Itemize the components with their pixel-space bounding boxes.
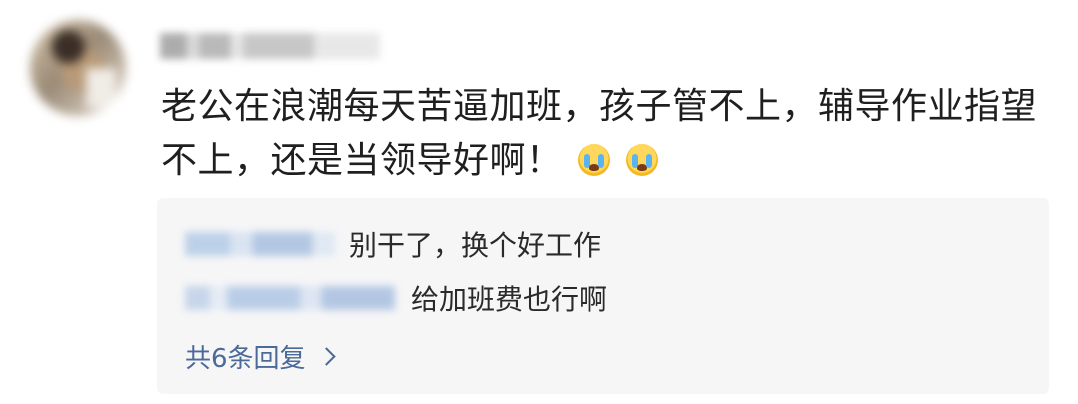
reply-panel: 别干了，换个好工作 给加班费也行啊 共6条回复 xyxy=(157,198,1049,394)
reply-username-blurred[interactable] xyxy=(185,286,395,310)
view-more-replies-link[interactable]: 共6条回复 xyxy=(185,338,336,375)
comment-card: 老公在浪潮每天苦逼加班，孩子管不上，辅导作业指望不上，还是当领导好啊！ 别干了，… xyxy=(0,0,1078,404)
reply-text: 给加班费也行啊 xyxy=(411,283,608,316)
avatar[interactable] xyxy=(30,20,126,116)
reply-item[interactable]: 别干了，换个好工作 xyxy=(185,224,601,264)
crying-face-icon xyxy=(626,144,659,176)
username-blurred[interactable] xyxy=(160,33,380,59)
chevron-right-icon xyxy=(316,347,336,366)
reply-username-blurred[interactable] xyxy=(185,232,335,256)
more-replies-label: 共6条回复 xyxy=(185,344,306,374)
crying-face-icon xyxy=(578,144,611,176)
reply-item[interactable]: 给加班费也行啊 xyxy=(185,278,607,318)
reply-text: 别干了，换个好工作 xyxy=(349,229,602,262)
comment-body: 老公在浪潮每天苦逼加班，孩子管不上，辅导作业指望不上，还是当领导好啊！ xyxy=(161,80,1041,188)
